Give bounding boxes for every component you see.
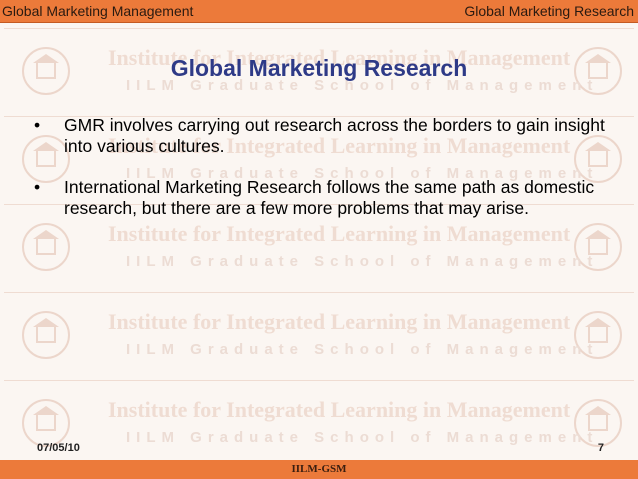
bullet-item: • International Marketing Research follo… xyxy=(32,177,612,219)
bullet-text: International Marketing Research follows… xyxy=(64,177,595,218)
footer-date: 07/05/10 xyxy=(37,442,80,454)
watermark-school-text: IILM Graduate School of Management xyxy=(126,341,599,358)
footer-bar: IILM-GSM xyxy=(0,460,638,479)
bullet-dot-icon: • xyxy=(34,177,41,197)
watermark-school-text: IILM Graduate School of Management xyxy=(126,429,599,446)
slide-title: Global Marketing Research xyxy=(170,55,468,81)
header-bar: Global Marketing Management Global Marke… xyxy=(0,0,638,23)
watermark-institute-text: Institute for Integrated Learning in Man… xyxy=(108,397,571,422)
header-left-text: Global Marketing Management xyxy=(2,3,194,19)
watermark-band: Institute for Integrated Learning in Man… xyxy=(4,380,634,469)
page-number: 7 xyxy=(597,442,604,454)
bullet-dot-icon: • xyxy=(34,115,41,135)
watermark-band: Institute for Integrated Learning in Man… xyxy=(4,292,634,381)
bullet-list: • GMR involves carrying out research acr… xyxy=(32,115,612,239)
bullet-text: GMR involves carrying out research acros… xyxy=(64,115,605,156)
bullet-item: • GMR involves carrying out research acr… xyxy=(32,115,612,157)
footer-org: IILM-GSM xyxy=(291,463,347,475)
slide: Global Marketing Management Global Marke… xyxy=(0,0,638,479)
watermark-institute-text: Institute for Integrated Learning in Man… xyxy=(108,309,571,334)
header-right-text: Global Marketing Research xyxy=(464,3,634,19)
iilm-logo-icon xyxy=(22,399,70,447)
iilm-logo-icon xyxy=(22,311,70,359)
watermark-school-text: IILM Graduate School of Management xyxy=(126,253,599,270)
